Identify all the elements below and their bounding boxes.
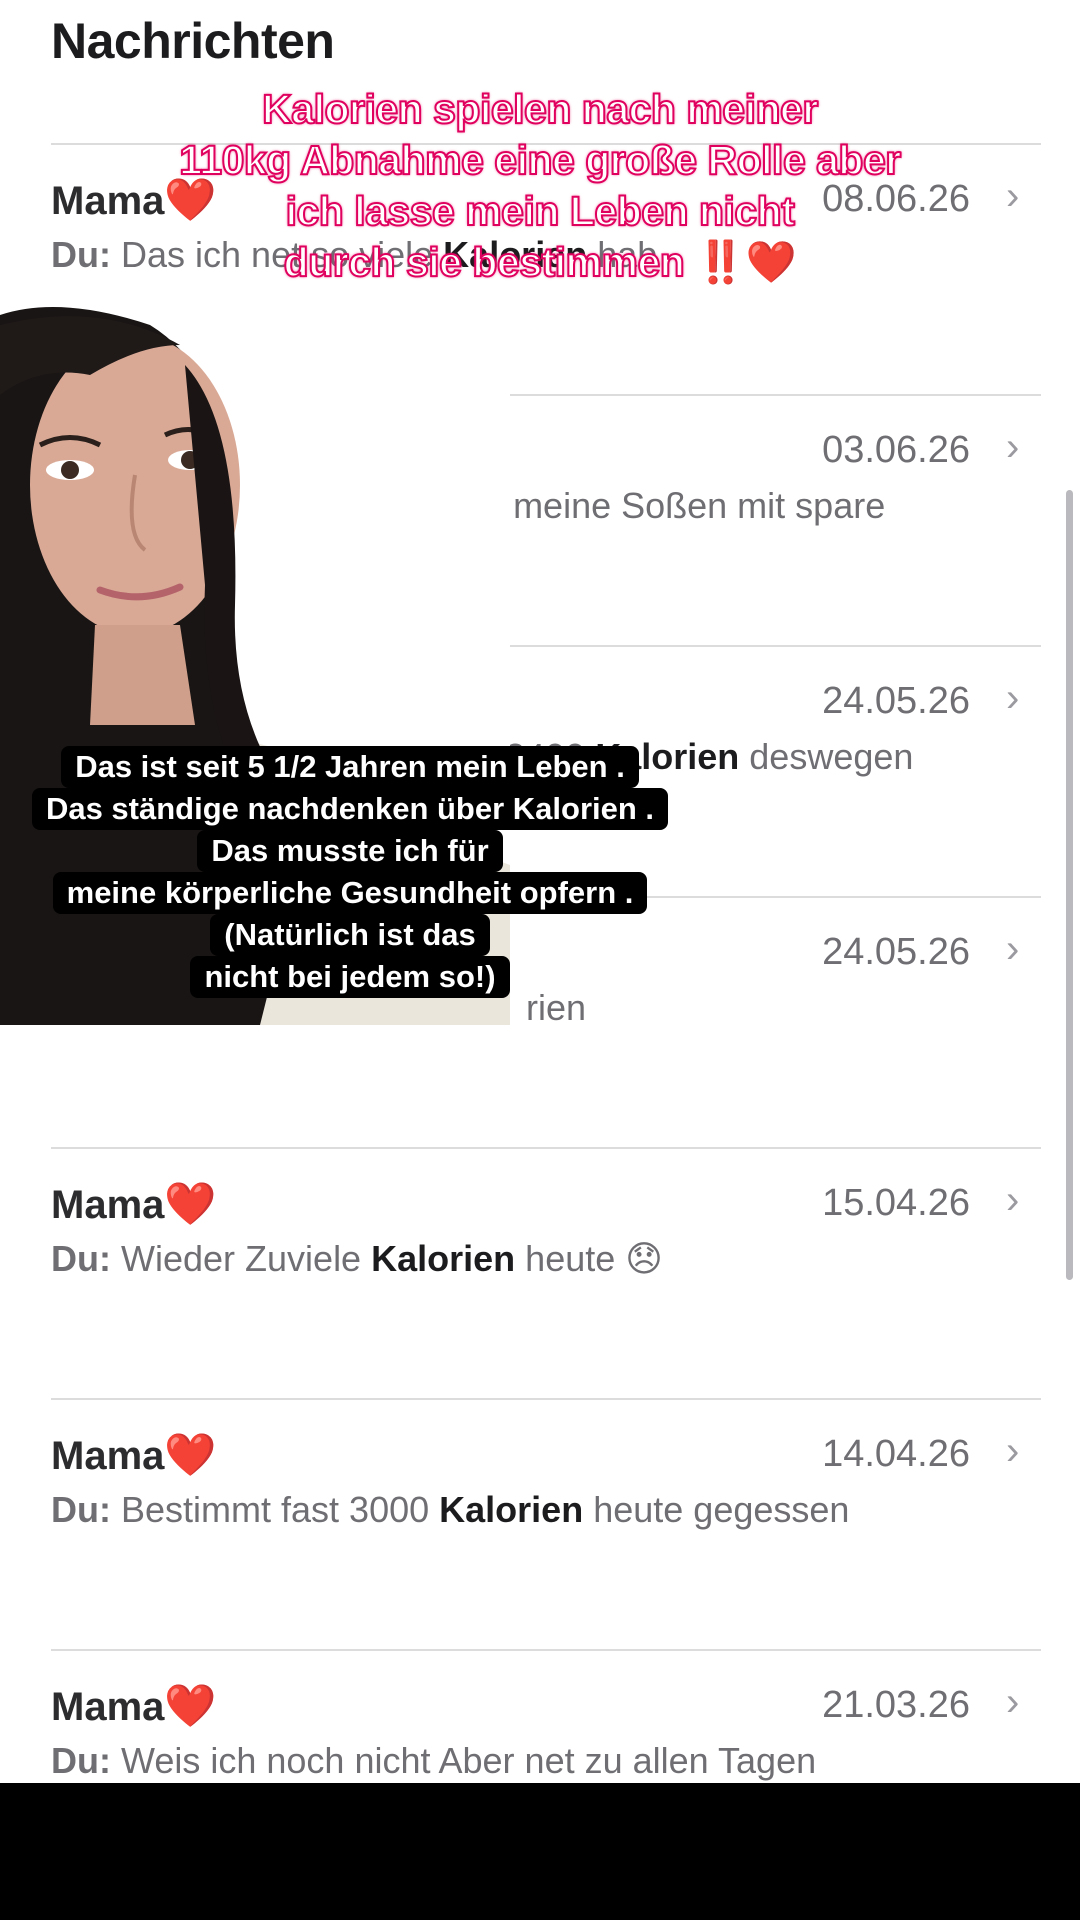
divider bbox=[51, 1398, 1041, 1400]
chevron-right-icon[interactable]: › bbox=[1006, 1178, 1019, 1223]
message-preview: Du: Weis ich noch nicht Aber net zu alle… bbox=[51, 1740, 817, 1781]
message-row[interactable]: Mama❤️ 15.04.26 › Du: Wieder Zuviele Kal… bbox=[0, 1176, 1080, 1427]
scrollbar[interactable] bbox=[1066, 490, 1073, 1280]
chevron-right-icon[interactable]: › bbox=[1006, 174, 1019, 219]
message-preview: Du: Wieder Zuviele Kalorien heute 😞 bbox=[51, 1238, 663, 1279]
message-preview: Du: Bestimmt fast 3000 Kalorien heute ge… bbox=[51, 1489, 850, 1530]
top-caption: Kalorien spielen nach meiner 110kg Abnah… bbox=[178, 85, 902, 286]
contact-name: Mama❤️ bbox=[51, 1682, 217, 1729]
contact-name: Mama❤️ bbox=[51, 1180, 217, 1227]
double-exclamation-heart-icon: ‼️❤️ bbox=[695, 239, 797, 285]
chevron-right-icon[interactable]: › bbox=[1006, 425, 1019, 470]
bottom-black-bar bbox=[0, 1783, 1080, 1920]
message-date: 15.04.26 bbox=[822, 1182, 970, 1224]
red-heart-icon: ❤️ bbox=[164, 1180, 217, 1227]
message-date: 03.06.26 bbox=[822, 429, 970, 471]
chevron-right-icon[interactable]: › bbox=[1006, 676, 1019, 721]
contact-name: Mama❤️ bbox=[51, 1431, 217, 1478]
message-date: 14.04.26 bbox=[822, 1433, 970, 1475]
message-row[interactable]: Mama❤️ 14.04.26 › Du: Bestimmt fast 3000… bbox=[0, 1427, 1080, 1678]
message-date: 24.05.26 bbox=[822, 680, 970, 722]
red-heart-icon: ❤️ bbox=[164, 1431, 217, 1478]
chevron-right-icon[interactable]: › bbox=[1006, 927, 1019, 972]
chevron-right-icon[interactable]: › bbox=[1006, 1429, 1019, 1474]
red-heart-icon: ❤️ bbox=[164, 1682, 217, 1729]
message-date: 21.03.26 bbox=[822, 1684, 970, 1726]
chevron-right-icon[interactable]: › bbox=[1006, 1680, 1019, 1725]
message-date: 24.05.26 bbox=[822, 931, 970, 973]
subtitle-caption: Das ist seit 5 1/2 Jahren mein Leben . D… bbox=[0, 746, 700, 998]
page-title: Nachrichten bbox=[51, 13, 335, 69]
divider bbox=[51, 1649, 1041, 1651]
divider bbox=[51, 1147, 1041, 1149]
